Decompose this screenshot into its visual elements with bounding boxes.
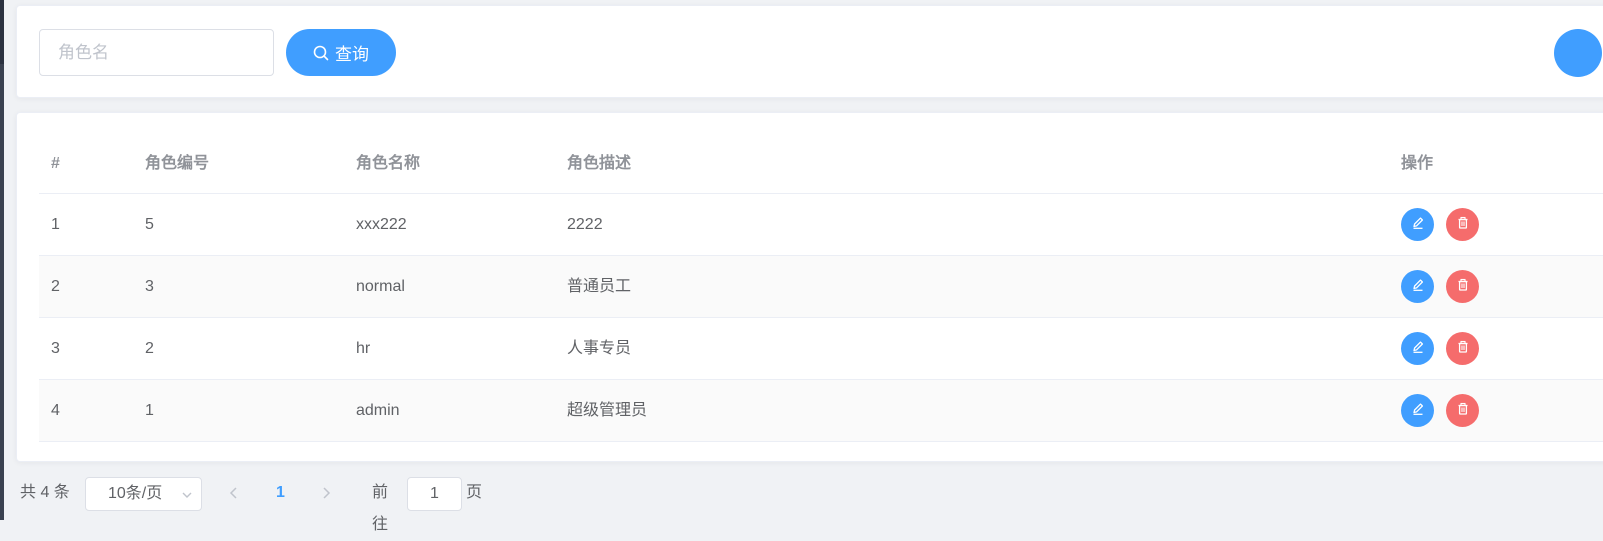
table-row: 2 3 normal 普通员工: [39, 256, 1603, 318]
cell-role-name: xxx222: [356, 216, 407, 233]
edit-button[interactable]: [1401, 270, 1434, 303]
cell-role-description: 超级管理员: [567, 402, 648, 419]
role-name-search-input[interactable]: [39, 29, 274, 76]
search-panel: 查询: [16, 5, 1603, 98]
chevron-right-icon: [320, 487, 332, 504]
cell-actions: [1401, 256, 1479, 317]
cell-role-id: 5: [145, 216, 154, 233]
column-header-index: #: [51, 155, 60, 172]
prev-page-button[interactable]: [228, 486, 240, 505]
column-header-role-name: 角色名称: [356, 155, 421, 172]
goto-label: 前往: [372, 484, 389, 533]
cell-role-id: 2: [145, 340, 154, 357]
total-count: 共 4 条: [20, 484, 70, 501]
column-header-actions: 操作: [1401, 155, 1434, 172]
cell-role-id: 3: [145, 278, 154, 295]
cell-actions: [1401, 380, 1479, 441]
cell-role-name: hr: [356, 340, 371, 357]
cell-role-id: 1: [145, 402, 154, 419]
cell-role-name: admin: [356, 402, 400, 419]
column-header-role-id: 角色编号: [145, 155, 210, 172]
delete-button[interactable]: [1446, 270, 1479, 303]
add-role-button[interactable]: [1554, 29, 1602, 77]
delete-icon: [1456, 340, 1470, 357]
edit-icon: [1411, 278, 1425, 295]
table-header: # 角色编号 角色名称 角色描述 操作: [39, 133, 1603, 194]
page-number-current[interactable]: 1: [276, 477, 285, 509]
delete-icon: [1456, 402, 1470, 419]
next-page-button[interactable]: [320, 486, 332, 505]
edit-icon: [1411, 402, 1425, 419]
delete-icon: [1456, 278, 1470, 295]
cell-actions: [1401, 194, 1479, 255]
cell-index: 4: [51, 402, 60, 419]
page-size-value: 10条/页: [108, 485, 163, 502]
cell-actions: [1401, 318, 1479, 379]
cell-index: 3: [51, 340, 60, 357]
delete-icon: [1456, 216, 1470, 233]
chevron-left-icon: [228, 487, 240, 504]
table-row: 3 2 hr 人事专员: [39, 318, 1603, 380]
goto-suffix: 页: [466, 484, 483, 501]
cell-role-description: 普通员工: [567, 278, 632, 295]
delete-button[interactable]: [1446, 332, 1479, 365]
table-row: 4 1 admin 超级管理员: [39, 380, 1603, 442]
delete-button[interactable]: [1446, 394, 1479, 427]
edit-icon: [1411, 216, 1425, 233]
roles-table-panel: # 角色编号 角色名称 角色描述 操作 1 5 xxx222 2222 2 3 normal…: [16, 112, 1603, 462]
cell-index: 2: [51, 278, 60, 295]
chevron-down-icon: [181, 488, 193, 506]
delete-button[interactable]: [1446, 208, 1479, 241]
cell-role-name: normal: [356, 278, 405, 295]
edit-icon: [1411, 340, 1425, 357]
goto-page-input[interactable]: [407, 477, 462, 511]
table-row: 1 5 xxx222 2222: [39, 194, 1603, 256]
table-body: 1 5 xxx222 2222 2 3 normal 普通员工 3 2 hr 人事专员 4 1 admin 超…: [39, 194, 1603, 442]
column-header-role-description: 角色描述: [567, 155, 632, 172]
page-size-select[interactable]: 10条/页: [85, 477, 202, 511]
roles-table: # 角色编号 角色名称 角色描述 操作 1 5 xxx222 2222 2 3 normal…: [39, 133, 1603, 442]
sidebar-edge: [0, 0, 4, 520]
search-icon: [313, 45, 329, 61]
cell-role-description: 2222: [567, 216, 603, 233]
edit-button[interactable]: [1401, 208, 1434, 241]
cell-role-description: 人事专员: [567, 340, 632, 357]
edit-button[interactable]: [1401, 332, 1434, 365]
edit-button[interactable]: [1401, 394, 1434, 427]
search-button-label: 查询: [335, 45, 369, 64]
cell-index: 1: [51, 216, 60, 233]
search-button[interactable]: 查询: [286, 29, 396, 76]
